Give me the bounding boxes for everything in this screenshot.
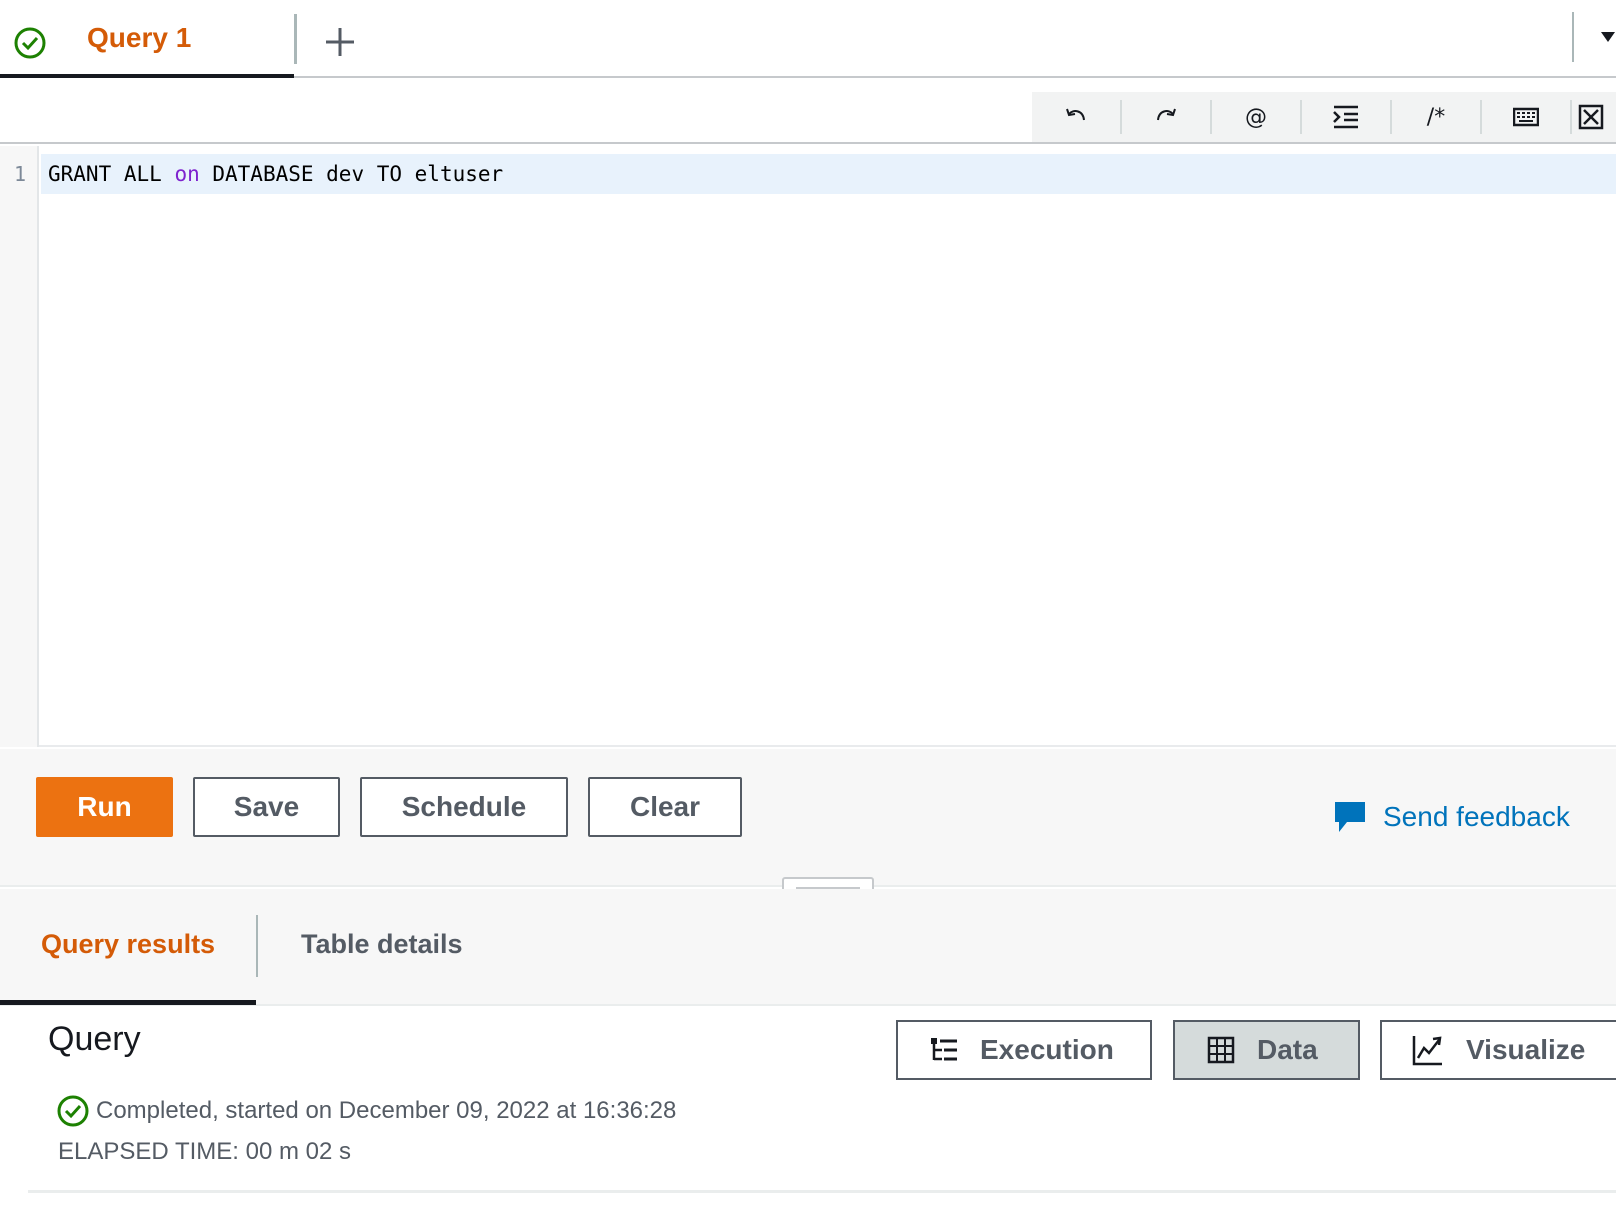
undo-icon: [1066, 108, 1085, 121]
execution-icon: [931, 1038, 957, 1061]
save-button[interactable]: Save: [193, 777, 340, 837]
caret-down-icon[interactable]: [1601, 28, 1616, 48]
visualize-label: Visualize: [1466, 1034, 1586, 1065]
format-indent-icon: [1333, 105, 1358, 129]
line-number: 1: [14, 162, 27, 186]
parameter-button[interactable]: @: [1212, 92, 1300, 142]
fullscreen-button[interactable]: [1578, 92, 1616, 142]
elapsed-time: ELAPSED TIME: 00 m 02 s: [58, 1138, 352, 1165]
query-status: Completed, started on December 09, 2022 …: [56, 1094, 676, 1128]
clear-button[interactable]: Clear: [588, 777, 742, 837]
code-line[interactable]: GRANT ALL on DATABASE dev TO eltuser: [48, 162, 503, 186]
sql-editor[interactable]: 1 GRANT ALL on DATABASE dev TO eltuser: [0, 146, 1616, 747]
table-grid-icon: [1207, 1036, 1235, 1064]
schedule-button[interactable]: Schedule: [360, 777, 568, 837]
tab-query-1[interactable]: Query 1: [0, 0, 294, 78]
code-token: DATABASE dev TO eltuser: [199, 162, 504, 186]
visualize-view-button[interactable]: Visualize: [1380, 1020, 1616, 1080]
success-check-icon: [57, 1095, 89, 1127]
tab-title: Query 1: [87, 22, 192, 53]
format-button[interactable]: [1302, 92, 1390, 142]
editor-toolbar: @ /*: [0, 80, 1616, 144]
divider: [28, 1190, 1616, 1193]
keyboard-shortcuts-button[interactable]: [1482, 92, 1570, 142]
send-feedback-label: Send feedback: [1383, 801, 1570, 832]
results-title: Query: [48, 1020, 141, 1058]
feedback-icon: [1335, 802, 1365, 832]
run-button[interactable]: Run: [36, 777, 173, 837]
code-token: GRANT ALL: [48, 162, 175, 186]
comment-icon: /*: [1426, 104, 1446, 130]
editor-tab-bar: Query 1: [0, 0, 1616, 78]
success-check-icon: [14, 27, 46, 59]
data-label: Data: [1257, 1034, 1318, 1065]
expand-icon: [1578, 104, 1604, 130]
code-keyword: on: [174, 162, 200, 186]
keyboard-icon: [1513, 107, 1539, 127]
result-tab-divider: [256, 915, 258, 977]
toolbar-divider: [1570, 100, 1572, 134]
active-tab-indicator: [0, 74, 294, 78]
redo-button[interactable]: [1122, 92, 1210, 142]
redo-icon: [1157, 108, 1176, 121]
send-feedback-link[interactable]: Send feedback: [1333, 797, 1570, 837]
data-view-button[interactable]: Data: [1173, 1020, 1360, 1080]
add-tab-plus-icon[interactable]: [320, 22, 360, 62]
active-result-tab-indicator: [0, 1000, 256, 1005]
tab-table-details[interactable]: Table details: [301, 929, 463, 960]
execution-view-button[interactable]: Execution: [896, 1020, 1152, 1080]
tab-divider-right: [1572, 12, 1574, 62]
line-number-gutter: 1: [0, 146, 39, 747]
tab-divider: [294, 14, 297, 64]
result-tabs: Query results Table details: [0, 889, 1616, 1006]
query-results-panel: Query Execution Data Visualize Completed…: [0, 1006, 1616, 1208]
line-chart-icon: [1412, 1036, 1442, 1066]
toolbar-tools: @ /*: [1032, 92, 1616, 142]
comment-button[interactable]: /*: [1392, 92, 1480, 142]
at-icon: @: [1245, 104, 1267, 130]
execution-label: Execution: [980, 1034, 1114, 1065]
status-text: Completed, started on December 09, 2022 …: [96, 1097, 677, 1124]
undo-button[interactable]: [1032, 92, 1120, 142]
editor-actions: Run Save Schedule Clear Send feedback: [0, 749, 1616, 899]
tab-query-results[interactable]: Query results: [41, 929, 215, 960]
